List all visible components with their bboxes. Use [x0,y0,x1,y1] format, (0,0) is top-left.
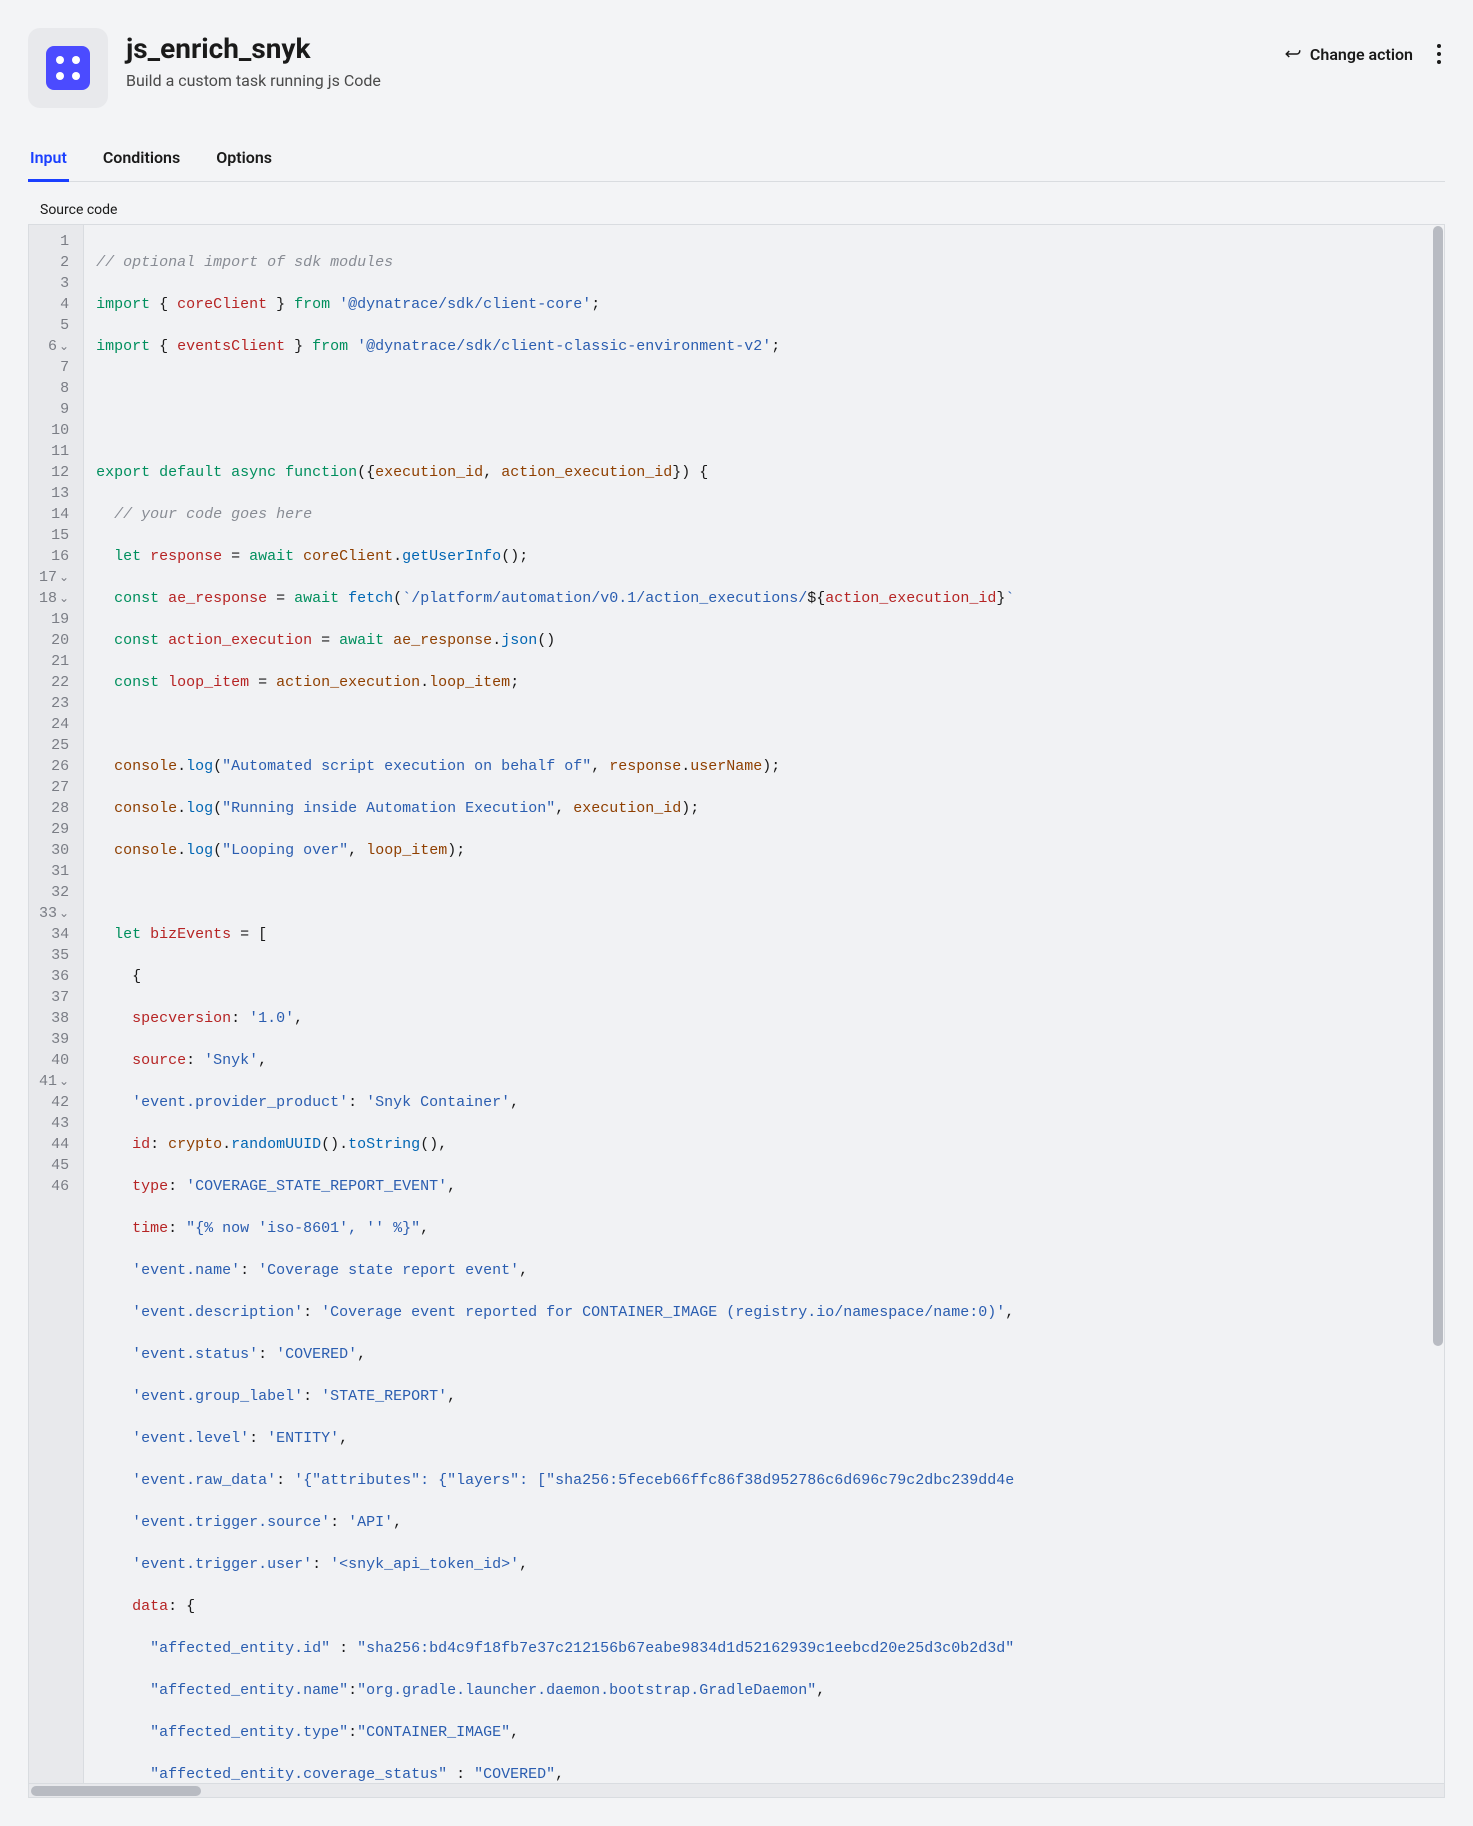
change-action-label: Change action [1310,45,1413,64]
horizontal-scrollbar[interactable] [28,1784,1445,1798]
source-code-label: Source code [28,202,1445,218]
vertical-scrollbar[interactable] [1433,226,1443,1782]
code-content[interactable]: // optional import of sdk modules import… [84,225,1444,1784]
more-menu-button[interactable] [1433,40,1445,68]
page-title: js_enrich_snyk [126,32,1266,65]
tab-input[interactable]: Input [28,136,69,182]
header: js_enrich_snyk Build a custom task runni… [28,28,1445,108]
swap-icon [1284,45,1302,63]
tab-options[interactable]: Options [214,136,274,182]
app-icon [28,28,108,108]
tab-conditions[interactable]: Conditions [101,136,182,182]
tabs: Input Conditions Options [28,136,1445,182]
change-action-button[interactable]: Change action [1284,45,1413,64]
line-number-gutter: 1234567891011121314151617181920212223242… [29,225,84,1784]
page-subtitle: Build a custom task running js Code [126,71,1266,90]
code-editor[interactable]: 1234567891011121314151617181920212223242… [28,224,1445,1784]
